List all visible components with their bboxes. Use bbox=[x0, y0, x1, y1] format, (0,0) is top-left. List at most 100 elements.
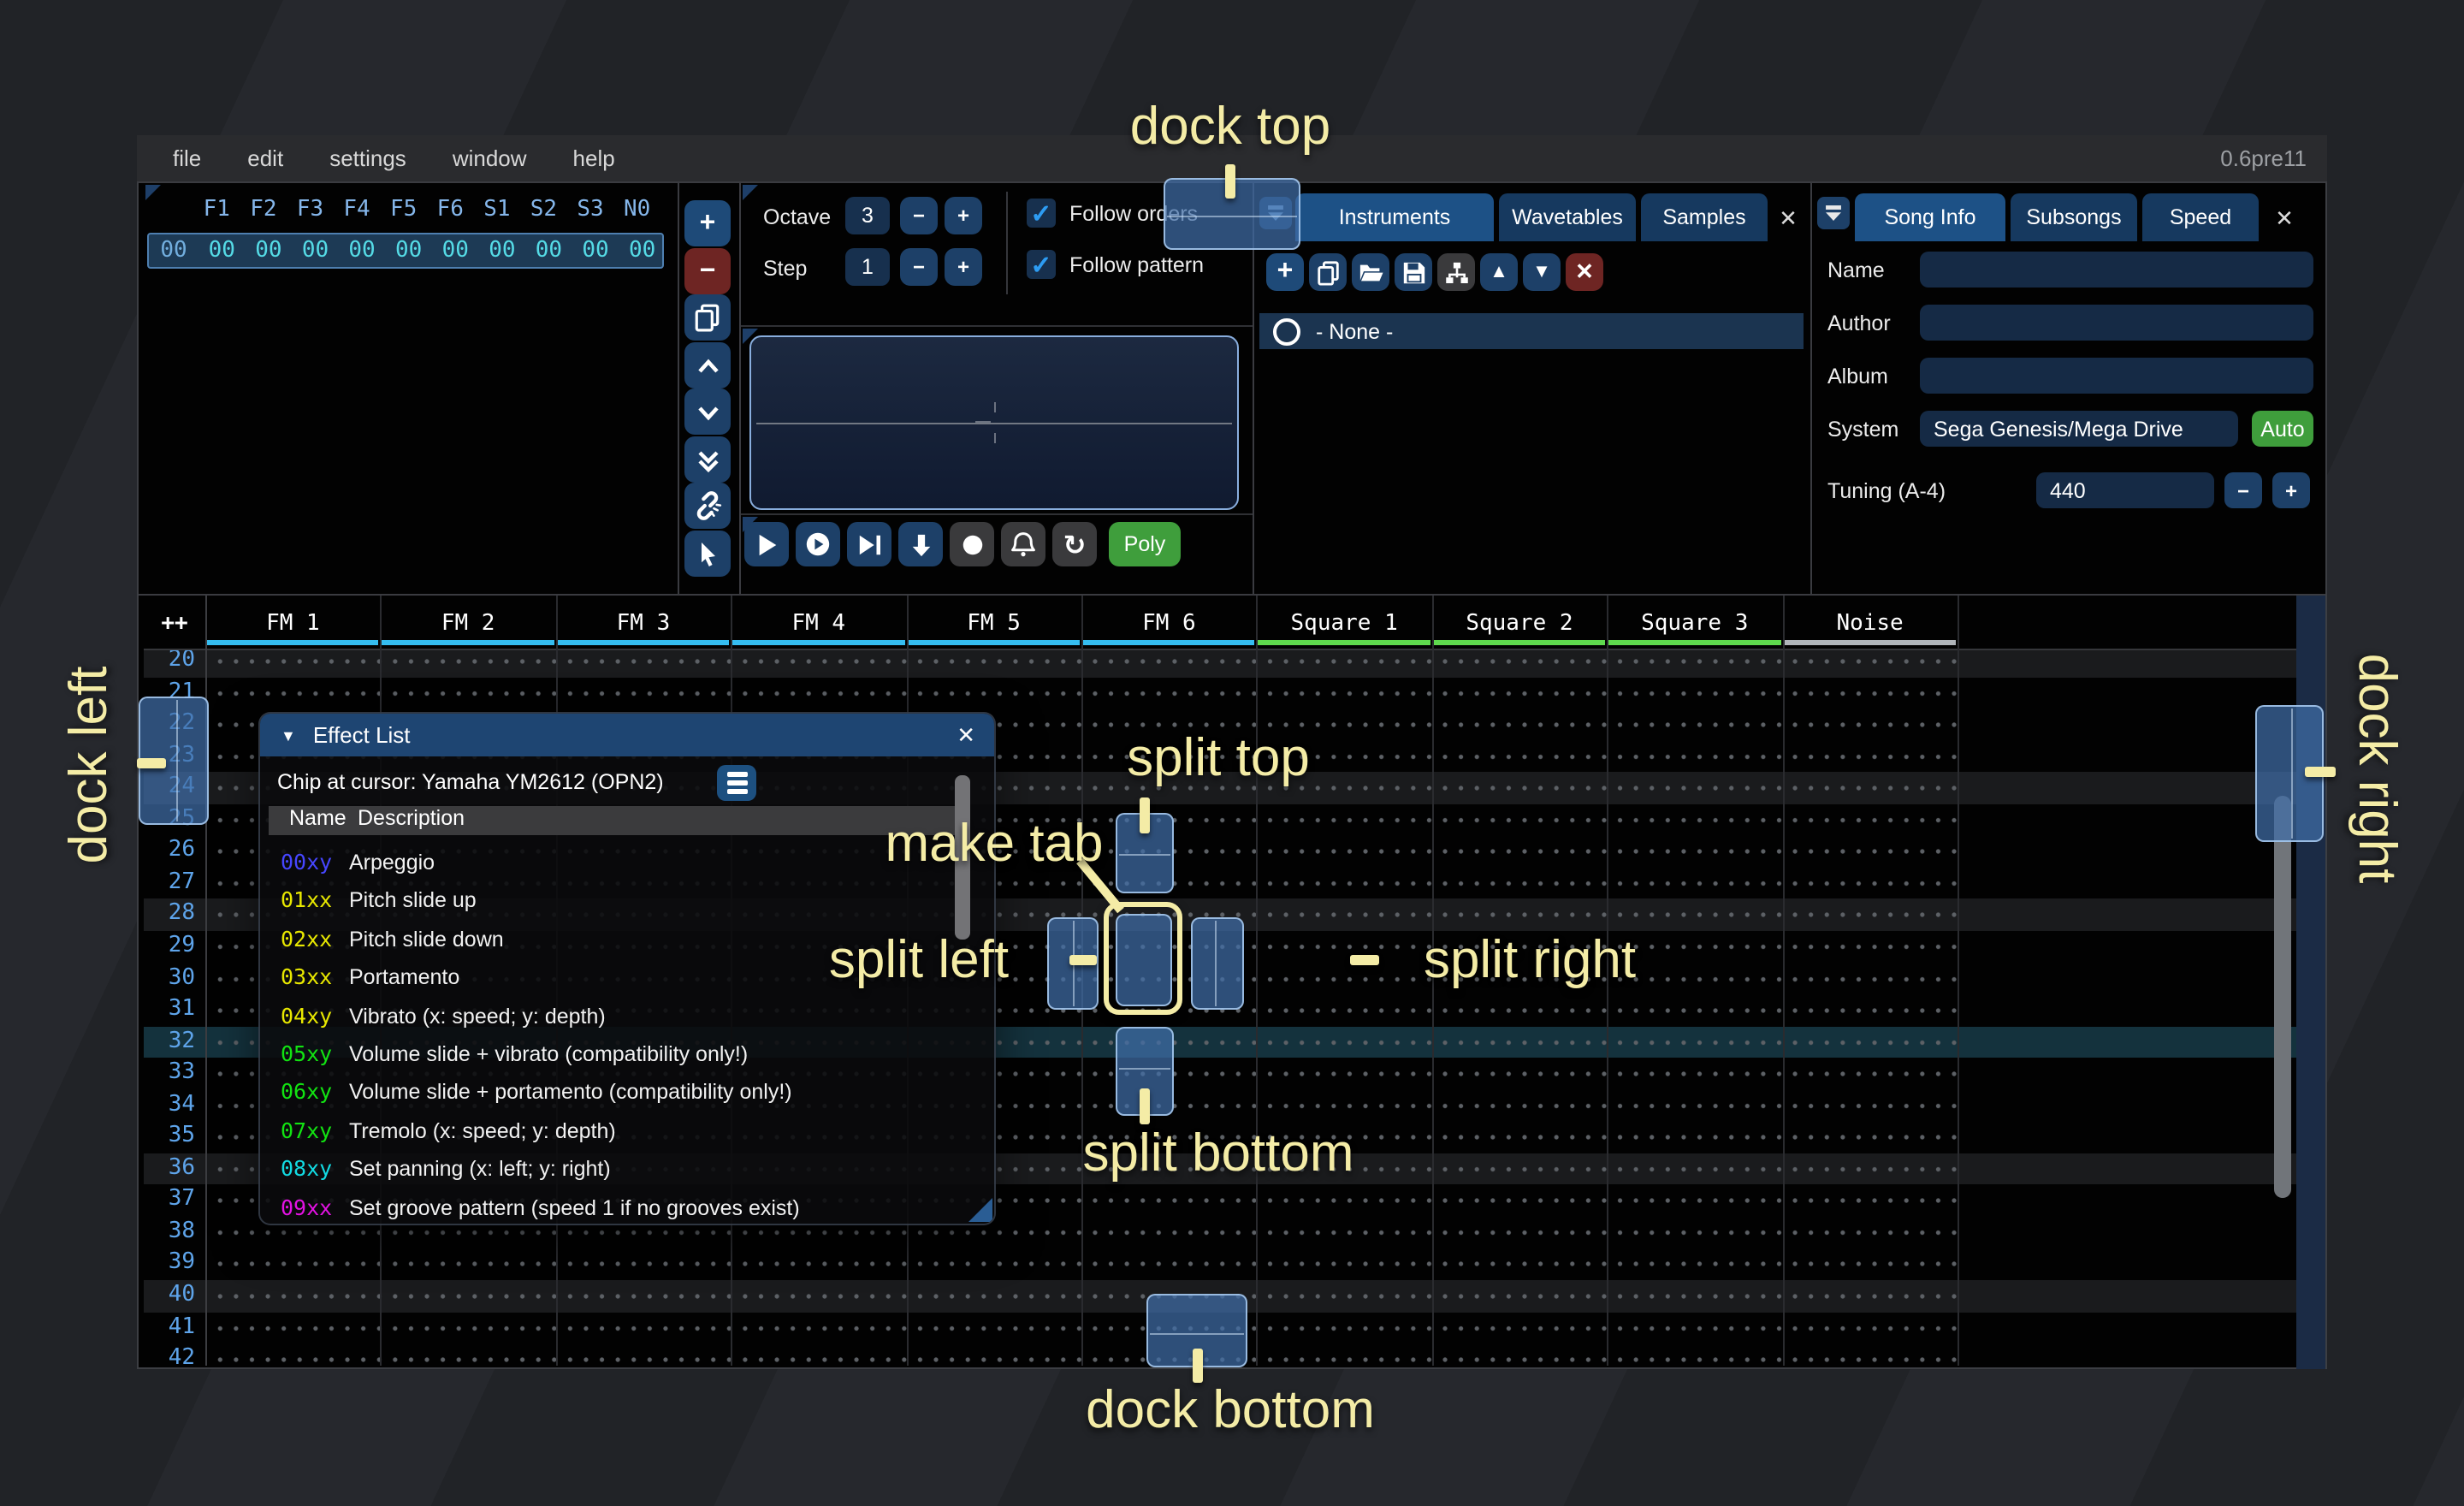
order-cell[interactable]: 00 bbox=[339, 238, 386, 264]
follow-pattern-label[interactable]: Follow pattern bbox=[1069, 253, 1204, 277]
follow-pattern-checkbox[interactable]: ✓ bbox=[1027, 250, 1056, 279]
author-field[interactable] bbox=[1920, 305, 2313, 341]
tab-samples[interactable]: Samples bbox=[1641, 193, 1768, 241]
channel-underline bbox=[908, 640, 1080, 645]
repeat-pattern-button[interactable]: ↻ bbox=[1052, 522, 1097, 566]
pattern-row-number: 34 bbox=[144, 1089, 195, 1121]
orders-channel-header: N0 bbox=[613, 196, 660, 222]
play-from-cursor-button[interactable] bbox=[847, 522, 891, 566]
octave-value[interactable]: 3 bbox=[845, 197, 890, 234]
order-move-down-button[interactable] bbox=[684, 388, 731, 435]
split-right-target[interactable] bbox=[1191, 917, 1244, 1010]
tuning-field[interactable]: 440 bbox=[2036, 472, 2214, 508]
menu-item-settings[interactable]: settings bbox=[329, 145, 406, 171]
effect-code: 09xx bbox=[281, 1190, 332, 1224]
pattern-row-number: 26 bbox=[144, 836, 195, 868]
step-one-row-button[interactable] bbox=[898, 522, 943, 566]
pattern-row-number: 39 bbox=[144, 1248, 195, 1280]
instrument-open-button[interactable] bbox=[1352, 253, 1389, 291]
record-button[interactable] bbox=[950, 522, 994, 566]
order-cell[interactable]: 00 bbox=[385, 238, 432, 264]
tab-wavetables[interactable]: Wavetables bbox=[1499, 193, 1636, 241]
order-cell[interactable]: 00 bbox=[198, 238, 246, 264]
system-auto-button[interactable]: Auto bbox=[2252, 411, 2313, 447]
effect-description: Set panning (x: left; y: right) bbox=[349, 1152, 611, 1186]
tab-instruments[interactable]: Instruments bbox=[1295, 193, 1494, 241]
poly-toggle-button[interactable]: Poly bbox=[1109, 522, 1181, 566]
play-pattern-button[interactable] bbox=[796, 522, 840, 566]
order-cell[interactable]: 00 bbox=[525, 238, 572, 264]
chevron-up-icon bbox=[694, 352, 721, 379]
instruments-close-icon[interactable]: ✕ bbox=[1773, 204, 1804, 234]
oscilloscope[interactable] bbox=[749, 335, 1239, 510]
effect-row: 00xyArpeggio bbox=[260, 845, 994, 880]
order-select-mode-button[interactable] bbox=[684, 531, 731, 577]
songinfo-close-icon[interactable]: ✕ bbox=[2269, 204, 2300, 234]
system-field[interactable]: Sega Genesis/Mega Drive bbox=[1920, 411, 2238, 447]
tab-subsongs[interactable]: Subsongs bbox=[2011, 193, 2137, 241]
order-cell[interactable]: 00 bbox=[572, 238, 619, 264]
order-duplicate-to-end-button[interactable] bbox=[684, 436, 731, 483]
play-button[interactable] bbox=[744, 522, 789, 566]
name-field[interactable] bbox=[1920, 252, 2313, 288]
author-label: Author bbox=[1827, 311, 1891, 335]
instrument-add-button[interactable]: + bbox=[1266, 253, 1304, 291]
pattern-row[interactable]: 39 bbox=[144, 1248, 2296, 1280]
instrument-duplicate-button[interactable] bbox=[1309, 253, 1347, 291]
step-decrease-button[interactable]: − bbox=[900, 248, 938, 286]
step-increase-button[interactable]: + bbox=[945, 248, 982, 286]
channel-separator bbox=[1257, 596, 1259, 1366]
songinfo-window-menu-button[interactable] bbox=[1817, 197, 1850, 229]
instrument-none-item[interactable]: - None - bbox=[1259, 313, 1804, 349]
order-move-up-button[interactable] bbox=[684, 342, 731, 388]
tuning-increase-button[interactable]: + bbox=[2272, 472, 2310, 508]
menu-item-edit[interactable]: edit bbox=[247, 145, 283, 171]
instrument-delete-button[interactable]: ✕ bbox=[1566, 253, 1603, 291]
follow-orders-checkbox[interactable]: ✓ bbox=[1027, 199, 1056, 228]
menu-item-file[interactable]: file bbox=[173, 145, 201, 171]
bell-icon bbox=[1010, 531, 1037, 558]
menu-item-window[interactable]: window bbox=[453, 145, 527, 171]
step-value[interactable]: 1 bbox=[845, 248, 890, 286]
split-left-label: split left bbox=[829, 929, 1009, 991]
order-duplicate-button[interactable] bbox=[684, 294, 731, 341]
octave-decrease-button[interactable]: − bbox=[900, 197, 938, 234]
pattern-row-number: 32 bbox=[144, 1026, 195, 1058]
orders-selected-row[interactable]: 0000000000000000000000 bbox=[147, 233, 664, 269]
orders-channel-header: F2 bbox=[240, 196, 287, 222]
copy-icon bbox=[693, 303, 722, 332]
order-remove-button[interactable]: − bbox=[684, 248, 731, 294]
tab-song-info[interactable]: Song Info bbox=[1855, 193, 2005, 241]
metronome-button[interactable] bbox=[1001, 522, 1045, 566]
collapse-arrow-icon[interactable]: ▼ bbox=[281, 726, 296, 744]
instrument-move-up-button[interactable]: ▲ bbox=[1480, 253, 1518, 291]
album-field[interactable] bbox=[1920, 358, 2313, 394]
collapse-menu-icon bbox=[1822, 202, 1845, 224]
instrument-save-button[interactable] bbox=[1395, 253, 1432, 291]
instrument-move-down-button[interactable]: ▼ bbox=[1523, 253, 1561, 291]
effect-list-menu-button[interactable] bbox=[717, 765, 756, 801]
order-cell[interactable]: 00 bbox=[619, 238, 666, 264]
effect-list-resize-grip[interactable] bbox=[968, 1198, 992, 1222]
effect-row: 08xySet panning (x: left; y: right) bbox=[260, 1152, 994, 1186]
pattern-vertical-scrollbar[interactable] bbox=[2274, 796, 2291, 1198]
order-cell[interactable]: 00 bbox=[292, 238, 339, 264]
effect-list-close-icon[interactable]: ✕ bbox=[957, 721, 975, 749]
orders-channel-header: F5 bbox=[380, 196, 427, 222]
order-cell[interactable]: 00 bbox=[432, 238, 479, 264]
pattern-row[interactable]: 21 bbox=[144, 677, 2296, 709]
octave-label: Octave bbox=[763, 205, 831, 229]
order-deep-clone-button[interactable] bbox=[684, 483, 731, 529]
channel-separator bbox=[1782, 596, 1784, 1366]
pattern-expand-button[interactable]: ++ bbox=[144, 596, 205, 650]
tuning-decrease-button[interactable]: − bbox=[2224, 472, 2262, 508]
effect-list-titlebar[interactable]: ▼ Effect List ✕ bbox=[260, 714, 994, 756]
tab-speed[interactable]: Speed bbox=[2142, 193, 2259, 241]
octave-increase-button[interactable]: + bbox=[945, 197, 982, 234]
order-cell[interactable]: 00 bbox=[479, 238, 526, 264]
instrument-organize-button[interactable] bbox=[1437, 253, 1475, 291]
order-add-button[interactable]: + bbox=[684, 200, 731, 246]
menu-item-help[interactable]: help bbox=[573, 145, 615, 171]
order-cell[interactable]: 00 bbox=[246, 238, 293, 264]
orders-channel-header: F6 bbox=[427, 196, 474, 222]
